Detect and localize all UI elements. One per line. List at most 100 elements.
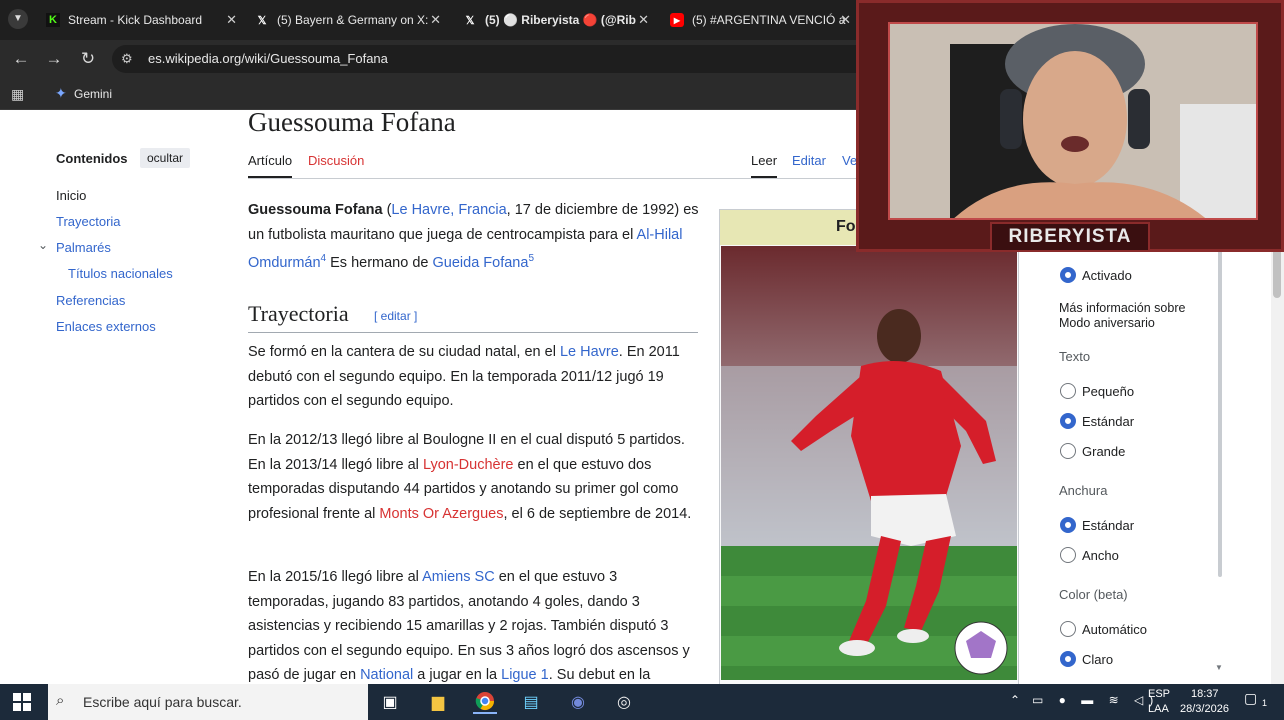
link-monts-or-azergues[interactable]: Monts Or Azergues	[379, 506, 503, 522]
tab-title: (5) ⚪ Riberyista 🔴 (@Rib	[485, 13, 636, 27]
section-heading-trayectoria: Trayectoria	[248, 301, 349, 326]
app-icon[interactable]: ▤	[519, 690, 543, 714]
link-amiens[interactable]: Amiens SC	[422, 569, 495, 585]
close-icon[interactable]: ✕	[840, 12, 851, 28]
para-text: Se formó en la cantera de su ciudad nata…	[248, 344, 560, 360]
discord-icon[interactable]: ◉	[566, 690, 590, 714]
more-info-link[interactable]: Más información sobre Modo aniversario	[1059, 301, 1209, 331]
link-lyon-duchere[interactable]: Lyon-Duchère	[423, 457, 514, 473]
subject-name: Guessouma Fofana	[248, 202, 383, 218]
back-icon[interactable]: ←	[10, 48, 32, 70]
notification-icon[interactable]: ▢	[1244, 690, 1257, 707]
color-light-label: Claro	[1082, 652, 1114, 667]
radio-anniversary-on[interactable]	[1060, 267, 1076, 283]
anniversary-on-label: Activado	[1082, 268, 1132, 283]
language-indicator[interactable]: ESP	[1148, 688, 1170, 700]
para-text: En la 2015/16 llegó libre al	[248, 569, 423, 585]
close-icon[interactable]: ✕	[638, 12, 649, 28]
file-explorer-icon[interactable]: ▆	[426, 690, 450, 714]
player-photo[interactable]	[721, 246, 1017, 680]
url-text[interactable]: es.wikipedia.org/wiki/Guessouma_Fofana	[148, 51, 388, 66]
close-icon[interactable]: ✕	[430, 12, 441, 28]
color-heading: Color (beta)	[1059, 587, 1128, 602]
para-text: en el que estuvo 3 temporadas, jugando 8…	[248, 569, 690, 683]
x-icon: 𝕏	[465, 14, 475, 27]
radio-width-wide[interactable]	[1060, 547, 1076, 563]
intro-text: Es hermano de	[326, 254, 433, 271]
x-icon: 𝕏	[257, 14, 267, 27]
webcam-video	[888, 22, 1258, 220]
tab-youtube[interactable]: ▶ (5) #ARGENTINA VENCIÓ a ✕	[662, 6, 857, 34]
link-le-havre[interactable]: Le Havre	[560, 344, 619, 360]
para-text: . Su debut en la	[548, 667, 651, 683]
tab-read[interactable]: Leer	[751, 153, 778, 178]
link-brother[interactable]: Gueida Fofana	[433, 255, 529, 271]
section-edit-link[interactable]: [ editar ]	[374, 309, 417, 323]
tray-icons[interactable]: ▭ ● ▬ ≋ ◁)	[1032, 693, 1159, 707]
link-national[interactable]: National	[360, 667, 413, 683]
search-placeholder[interactable]: Escribe aquí para buscar.	[83, 694, 242, 710]
obs-icon[interactable]: ◎	[612, 690, 636, 714]
toc-item-inicio[interactable]: Inicio	[56, 188, 86, 203]
notification-count: 1	[1262, 698, 1268, 708]
text-large-label: Grande	[1082, 444, 1126, 459]
toc-item-titulos[interactable]: Títulos nacionales	[68, 266, 173, 281]
radio-color-light[interactable]	[1060, 651, 1076, 667]
youtube-icon: ▶	[670, 13, 684, 27]
infobox: Fo	[719, 209, 1019, 686]
clock-time[interactable]: 18:37	[1191, 688, 1219, 700]
close-icon[interactable]: ✕	[226, 12, 237, 28]
para-text: a jugar en la	[413, 667, 502, 683]
ref-5[interactable]: 5	[528, 253, 534, 264]
forward-icon[interactable]: →	[43, 48, 65, 70]
radio-text-small[interactable]	[1060, 383, 1076, 399]
windows-start-icon[interactable]	[12, 692, 32, 712]
color-auto-label: Automático	[1082, 622, 1148, 637]
link-birthplace[interactable]: Le Havre, Francia	[391, 202, 506, 218]
radio-text-large[interactable]	[1060, 443, 1076, 459]
tab-article[interactable]: Artículo	[248, 153, 293, 178]
panel-scrollbar[interactable]	[1218, 247, 1222, 577]
kick-icon: K	[46, 13, 60, 27]
paragraph-2: En la 2012/13 llegó libre al Boulogne II…	[248, 428, 700, 526]
bookmark-gemini[interactable]: Gemini	[74, 87, 112, 101]
tab-history[interactable]: Ve	[842, 153, 857, 168]
tray-chevron-icon[interactable]: ⌃	[1010, 693, 1020, 707]
clock-date[interactable]: 28/3/2026	[1180, 703, 1229, 715]
tab-search-button[interactable]: ▼	[8, 9, 28, 29]
page-title: Guessouma Fofana	[248, 111, 456, 137]
tabs-divider	[248, 178, 858, 179]
task-view-icon[interactable]: ▣	[378, 690, 402, 714]
text-small-label: Pequeño	[1082, 384, 1135, 399]
site-info-icon[interactable]: ⚙	[121, 51, 133, 67]
chevron-down-icon[interactable]: ⌄	[38, 238, 48, 252]
panel-scroll-down-icon[interactable]: ▼	[1215, 663, 1223, 672]
webcam-label: RIBERYISTA	[990, 222, 1150, 252]
toc-item-trayectoria[interactable]: Trayectoria	[56, 214, 121, 229]
tab-x-riberyista[interactable]: 𝕏 (5) ⚪ Riberyista 🔴 (@Rib ✕	[455, 6, 655, 34]
tab-kick[interactable]: K Stream - Kick Dashboard ✕	[38, 6, 243, 34]
region-indicator[interactable]: LAA	[1148, 703, 1169, 715]
link-ligue-1[interactable]: Ligue 1	[501, 667, 549, 683]
toc-item-referencias[interactable]: Referencias	[56, 293, 125, 308]
gemini-icon: ✦	[55, 85, 67, 101]
tab-talk[interactable]: Discusión	[308, 153, 364, 168]
paragraph-1: Se formó en la cantera de su ciudad nata…	[248, 340, 700, 414]
toc-item-palmares[interactable]: Palmarés	[56, 240, 111, 255]
section-divider	[248, 332, 698, 333]
tab-edit[interactable]: Editar	[792, 153, 826, 168]
appearance-panel: Activado Más información sobre Modo aniv…	[1022, 247, 1232, 686]
tab-x-bayern[interactable]: 𝕏 (5) Bayern & Germany on X: ✕	[247, 6, 447, 34]
reload-icon[interactable]: ↻	[77, 48, 99, 70]
radio-width-standard[interactable]	[1060, 517, 1076, 533]
chrome-icon[interactable]	[473, 690, 497, 714]
apps-grid-icon[interactable]: ▦	[11, 86, 24, 103]
toc-hide-button[interactable]: ocultar	[140, 148, 191, 168]
toc-heading: Contenidos	[56, 151, 128, 166]
radio-color-auto[interactable]	[1060, 621, 1076, 637]
toc-item-enlaces[interactable]: Enlaces externos	[56, 319, 156, 334]
width-wide-label: Ancho	[1082, 548, 1119, 563]
radio-text-standard[interactable]	[1060, 413, 1076, 429]
text-size-heading: Texto	[1059, 349, 1091, 364]
search-icon: ⌕	[56, 692, 65, 709]
